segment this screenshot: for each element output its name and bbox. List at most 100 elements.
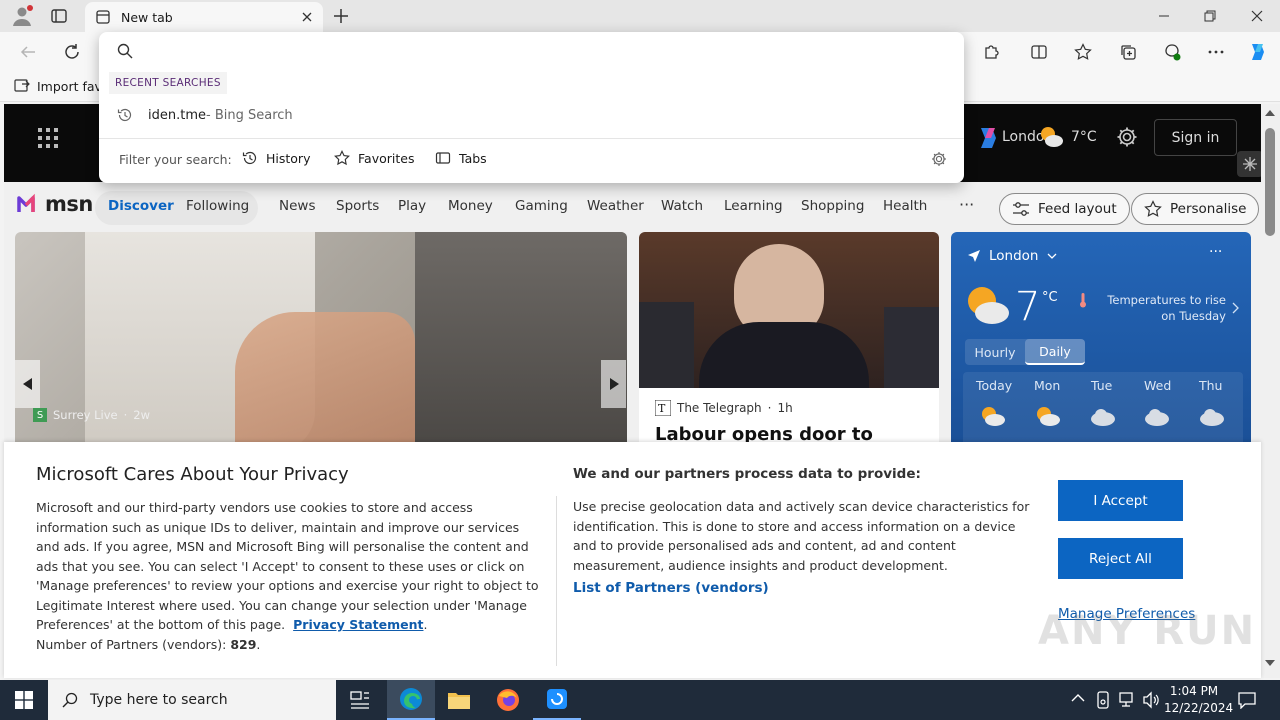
feed-layout-button[interactable]: Feed layout bbox=[999, 193, 1130, 225]
nav-discover[interactable]: Discover bbox=[108, 198, 174, 214]
edge-taskbar-icon[interactable] bbox=[387, 680, 435, 720]
msn-logo[interactable]: msn bbox=[16, 192, 93, 216]
settings-more-icon[interactable] bbox=[1202, 38, 1230, 66]
restore-icon[interactable] bbox=[1187, 0, 1233, 32]
tray-device-icon[interactable] bbox=[1096, 691, 1110, 709]
scroll-thumb[interactable] bbox=[1265, 128, 1275, 236]
sign-in-button[interactable]: Sign in bbox=[1154, 119, 1237, 156]
nav-following[interactable]: Following bbox=[186, 198, 249, 214]
apps-grid-icon[interactable] bbox=[38, 128, 58, 148]
nav-shopping[interactable]: Shopping bbox=[801, 198, 864, 214]
start-windows-icon[interactable] bbox=[0, 680, 48, 720]
story-source: The Telegraph bbox=[677, 401, 762, 415]
new-tab-plus-icon[interactable] bbox=[331, 6, 351, 26]
personalise-label: Personalise bbox=[1170, 201, 1247, 217]
import-favorites-item[interactable]: Import favo bbox=[14, 78, 110, 94]
hero-prev-icon[interactable] bbox=[15, 360, 40, 408]
nav-learning[interactable]: Learning bbox=[724, 198, 783, 214]
recent-search-item[interactable]: iden.tme - Bing Search bbox=[99, 102, 964, 128]
taskbar-search-placeholder: Type here to search bbox=[90, 692, 228, 708]
forecast-day-thu: Thu bbox=[1199, 378, 1223, 393]
filter-tabs[interactable]: Tabs bbox=[435, 150, 487, 166]
nav-sports[interactable]: Sports bbox=[336, 198, 379, 214]
forecast-mon-icon bbox=[1035, 406, 1061, 426]
taskbar-search-box[interactable]: Type here to search bbox=[48, 680, 336, 720]
task-view-icon[interactable] bbox=[336, 680, 384, 720]
recent-search-query: iden.tme bbox=[148, 107, 206, 123]
tray-volume-icon[interactable] bbox=[1142, 691, 1160, 709]
minimize-icon[interactable] bbox=[1141, 0, 1187, 32]
scroll-down-icon[interactable] bbox=[1265, 660, 1275, 666]
reject-all-button[interactable]: Reject All bbox=[1058, 538, 1183, 579]
weather-more[interactable]: ··· bbox=[1209, 244, 1222, 260]
page-settings-gear-icon[interactable] bbox=[1116, 126, 1138, 148]
address-input[interactable] bbox=[139, 36, 939, 66]
collections-icon[interactable] bbox=[1114, 38, 1142, 66]
location-arrow-icon bbox=[967, 249, 981, 263]
hero-image-appliance bbox=[415, 232, 627, 452]
privacy-period: . bbox=[423, 617, 428, 632]
close-tab-icon[interactable] bbox=[301, 11, 313, 23]
story-image-suit bbox=[699, 322, 869, 388]
extensions-icon[interactable] bbox=[977, 38, 1005, 66]
privacy-statement-link[interactable]: Privacy Statement bbox=[293, 617, 423, 632]
notifications-icon[interactable] bbox=[1238, 691, 1256, 709]
accept-button[interactable]: I Accept bbox=[1058, 480, 1183, 521]
taskbar-clock[interactable]: 1:04 PM 12/22/2024 bbox=[1164, 683, 1233, 717]
page-scrollbar[interactable] bbox=[1261, 104, 1280, 678]
profile-icon[interactable] bbox=[10, 4, 34, 28]
nav-health[interactable]: Health bbox=[883, 198, 927, 214]
privacy-divider bbox=[556, 496, 557, 666]
nav-more[interactable]: ··· bbox=[959, 195, 974, 214]
filter-label: Filter your search: bbox=[119, 152, 232, 167]
copilot-header-icon[interactable] bbox=[974, 123, 1004, 153]
nav-gaming[interactable]: Gaming bbox=[515, 198, 568, 214]
copilot-icon[interactable] bbox=[1244, 38, 1272, 66]
weather-unit: °C bbox=[1042, 290, 1058, 305]
weather-tab-hourly[interactable]: Hourly bbox=[965, 339, 1025, 365]
weather-main-icon bbox=[965, 284, 1011, 326]
weather-tab-daily[interactable]: Daily bbox=[1025, 339, 1085, 365]
privacy-right-title: We and our partners process data to prov… bbox=[573, 466, 921, 482]
firefox-icon[interactable] bbox=[484, 680, 532, 720]
story-card[interactable]: T The Telegraph · 1h Labour opens door t… bbox=[639, 232, 939, 452]
tab-actions-icon[interactable] bbox=[50, 7, 68, 25]
browser-essentials-icon[interactable] bbox=[1158, 38, 1186, 66]
nav-money[interactable]: Money bbox=[448, 198, 493, 214]
omnibox-dropdown: RECENT SEARCHES iden.tme - Bing Search F… bbox=[99, 32, 964, 183]
favorites-star-icon[interactable] bbox=[1069, 38, 1097, 66]
hero-card[interactable]: S Surrey Live · 2w bbox=[15, 232, 627, 452]
weather-tabs: Hourly Daily bbox=[965, 339, 1085, 365]
refresh-icon[interactable] bbox=[58, 38, 86, 66]
nav-watch[interactable]: Watch bbox=[661, 198, 703, 214]
tray-network-icon[interactable] bbox=[1118, 691, 1136, 709]
partners-list-link[interactable]: List of Partners (vendors) bbox=[573, 580, 769, 596]
sliders-icon bbox=[1012, 201, 1030, 217]
weather-card[interactable]: London ··· 7 °C Temperatures to rise on … bbox=[951, 232, 1251, 452]
story-image-figure-right bbox=[884, 307, 939, 388]
sparkle-icon[interactable] bbox=[1237, 151, 1261, 177]
forecast-today-icon bbox=[980, 406, 1006, 426]
nav-play[interactable]: Play bbox=[398, 198, 426, 214]
tab-new-tab[interactable]: New tab bbox=[85, 2, 323, 32]
nav-news[interactable]: News bbox=[279, 198, 315, 214]
tray-chevron-up-icon[interactable] bbox=[1071, 693, 1085, 703]
personalise-button[interactable]: Personalise bbox=[1131, 193, 1260, 225]
forecast-tue-icon bbox=[1090, 408, 1116, 426]
scroll-up-icon[interactable] bbox=[1265, 110, 1275, 116]
file-explorer-icon[interactable] bbox=[435, 680, 483, 720]
weather-location-row[interactable]: London bbox=[967, 248, 1057, 264]
hero-next-icon[interactable] bbox=[601, 360, 626, 408]
close-window-icon[interactable] bbox=[1234, 0, 1280, 32]
filter-history[interactable]: History bbox=[242, 150, 310, 166]
omnibox-settings-gear-icon[interactable] bbox=[931, 151, 947, 167]
surrey-live-logo-icon: S bbox=[33, 408, 47, 422]
svg-text:T: T bbox=[658, 402, 666, 415]
weather-note-chevron-icon[interactable] bbox=[1232, 302, 1240, 314]
back-arrow-icon[interactable] bbox=[14, 38, 42, 66]
nav-weather[interactable]: Weather bbox=[587, 198, 644, 214]
split-screen-icon[interactable] bbox=[1025, 38, 1053, 66]
filter-favorites[interactable]: Favorites bbox=[334, 150, 414, 166]
app-blue-icon[interactable] bbox=[533, 680, 581, 720]
tab-title: New tab bbox=[121, 9, 173, 25]
